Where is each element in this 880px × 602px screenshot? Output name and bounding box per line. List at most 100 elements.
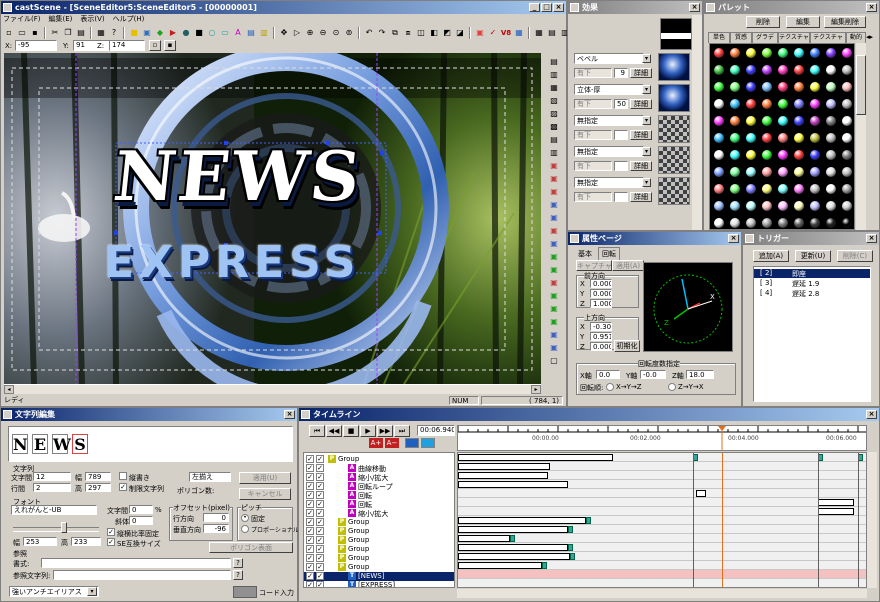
palette-swatch[interactable] bbox=[842, 184, 852, 194]
palette-titlebar[interactable]: パレット × bbox=[704, 1, 879, 14]
side-tool-22-icon[interactable]: ▣ bbox=[548, 328, 560, 340]
effect-value-field[interactable] bbox=[614, 161, 628, 171]
effect-sub-select[interactable]: 有下 bbox=[574, 130, 612, 140]
text-char[interactable]: N bbox=[12, 434, 28, 454]
palette-swatch[interactable] bbox=[778, 184, 788, 194]
palette-swatch[interactable] bbox=[762, 48, 772, 58]
new-file-icon[interactable]: ▫ bbox=[3, 27, 15, 39]
group-icon[interactable]: ▥ bbox=[258, 27, 270, 39]
size-width-field[interactable]: 253 bbox=[23, 537, 57, 546]
palette-swatch[interactable] bbox=[810, 48, 820, 58]
cut-icon[interactable]: ✂ bbox=[49, 27, 61, 39]
track-lock-checkbox[interactable]: ✓ bbox=[316, 563, 324, 571]
palette-swatch[interactable] bbox=[730, 99, 740, 109]
palette-scrollbar[interactable] bbox=[856, 43, 866, 230]
timeline-track-lane[interactable] bbox=[458, 570, 866, 579]
side-tool-18-icon[interactable]: ▣ bbox=[548, 276, 560, 288]
text-icon[interactable]: A bbox=[232, 27, 244, 39]
palette-swatch[interactable] bbox=[778, 48, 788, 58]
zoom-out-icon[interactable]: ⊖ bbox=[317, 27, 329, 39]
keep-ratio-checkbox[interactable]: ✓ bbox=[107, 528, 115, 536]
track-visible-checkbox[interactable]: ✓ bbox=[306, 482, 314, 490]
vertical-checkbox[interactable] bbox=[119, 472, 127, 480]
paste-icon[interactable]: ▤ bbox=[75, 27, 87, 39]
palette-swatch[interactable] bbox=[714, 82, 724, 92]
track-lock-checkbox[interactable]: ✓ bbox=[316, 545, 324, 553]
palette-edit-button[interactable]: 編集 bbox=[786, 16, 820, 28]
palette-swatch[interactable] bbox=[842, 218, 852, 228]
scene-editor-titlebar[interactable]: castScene - [SceneEditor5:SceneEditor5 -… bbox=[1, 1, 566, 14]
track-visible-checkbox[interactable]: ✓ bbox=[306, 545, 314, 553]
effect-value-field[interactable] bbox=[614, 130, 628, 140]
palette-swatch[interactable] bbox=[810, 201, 820, 211]
z-coord-input[interactable]: 174 bbox=[109, 40, 145, 51]
palette-swatch[interactable] bbox=[730, 48, 740, 58]
track-visible-checkbox[interactable]: ✓ bbox=[306, 581, 314, 587]
side-tool-5-icon[interactable]: ▨ bbox=[548, 107, 560, 119]
palette-swatch[interactable] bbox=[842, 99, 852, 109]
palette-swatch[interactable] bbox=[842, 201, 852, 211]
up-y-field[interactable]: 0.951 bbox=[590, 332, 612, 341]
track-duration-bar[interactable] bbox=[458, 463, 550, 470]
palette-swatch[interactable] bbox=[714, 201, 724, 211]
trigger-list[interactable]: [ 2] 即座 [ 3] 遅延 1.9 [ 4] 遅延 2.8 bbox=[753, 266, 871, 402]
palette-swatch[interactable] bbox=[746, 48, 756, 58]
palette-swatch[interactable] bbox=[826, 218, 836, 228]
effect-sub-select[interactable]: 有下 bbox=[574, 68, 612, 78]
timeline-track[interactable]: ✓ ✓ A 縮小/拡大 bbox=[304, 473, 454, 482]
palette-swatch-grid[interactable] bbox=[709, 43, 855, 230]
palette-swatch[interactable] bbox=[826, 99, 836, 109]
palette-swatch[interactable] bbox=[794, 150, 804, 160]
font-select[interactable]: えれがんと-UB bbox=[11, 505, 97, 515]
align-icon[interactable]: ⧈ bbox=[402, 27, 414, 39]
palette-swatch[interactable] bbox=[842, 82, 852, 92]
v8-icon[interactable]: V8 bbox=[500, 27, 512, 39]
palette-swatch[interactable] bbox=[746, 116, 756, 126]
char-gap-field[interactable]: 12 bbox=[33, 472, 71, 481]
palette-swatch[interactable] bbox=[762, 82, 772, 92]
open-file-icon[interactable]: ▭ bbox=[16, 27, 28, 39]
track-lock-checkbox[interactable]: ✓ bbox=[316, 500, 324, 508]
size-height-field[interactable]: 233 bbox=[71, 537, 101, 546]
effect-value-field[interactable]: 9 bbox=[614, 68, 628, 78]
side-tool-1-icon[interactable]: ▤ bbox=[548, 55, 560, 67]
track-lock-checkbox[interactable]: ✓ bbox=[316, 581, 324, 587]
track-visible-checkbox[interactable]: ✓ bbox=[306, 563, 314, 571]
save-icon[interactable]: ▪ bbox=[29, 27, 41, 39]
help-icon[interactable]: ? bbox=[108, 27, 120, 39]
track-visible-checkbox[interactable]: ✓ bbox=[306, 518, 314, 526]
timeline-track[interactable]: ✓ ✓ T [NEWS] bbox=[304, 572, 454, 581]
effect-sub-select[interactable]: 有下 bbox=[574, 192, 612, 202]
rewind-start-icon[interactable]: ⏮ bbox=[309, 425, 325, 437]
copy-object-icon[interactable]: ⧉ bbox=[389, 27, 401, 39]
ref-text-button[interactable]: ? bbox=[233, 570, 243, 580]
palette-swatch[interactable] bbox=[842, 133, 852, 143]
align-select[interactable]: 左揃え bbox=[189, 472, 231, 482]
ellipse-icon[interactable]: ○ bbox=[206, 27, 218, 39]
palette-swatch[interactable] bbox=[842, 116, 852, 126]
move-icon[interactable]: ✥ bbox=[278, 27, 290, 39]
undo-icon[interactable]: ↶ bbox=[363, 27, 375, 39]
timeline-track[interactable]: ✓ ✓ T [EXPRESS] bbox=[304, 581, 454, 587]
palette-swatch[interactable] bbox=[762, 65, 772, 75]
properties-close-button[interactable]: × bbox=[728, 234, 739, 243]
palette-swatch[interactable] bbox=[762, 150, 772, 160]
palette-swatch[interactable] bbox=[762, 133, 772, 143]
stop-icon[interactable]: ■ bbox=[343, 425, 359, 437]
palette-swatch[interactable] bbox=[842, 150, 852, 160]
solid-icon[interactable]: ■ bbox=[193, 27, 205, 39]
format-select[interactable] bbox=[41, 558, 231, 568]
tab-gradient[interactable]: グラデ bbox=[752, 32, 778, 43]
track-lock-checkbox[interactable]: ✓ bbox=[316, 572, 324, 580]
palette-swatch[interactable] bbox=[842, 65, 852, 75]
antialias-select[interactable]: 強いアンチエイリアス bbox=[9, 586, 99, 597]
palette-swatch[interactable] bbox=[826, 116, 836, 126]
track-duration-bar[interactable] bbox=[458, 481, 568, 488]
effect-sub-select[interactable]: 有下 bbox=[574, 99, 612, 109]
fixed-text-checkbox[interactable]: ✓ bbox=[119, 483, 127, 491]
timeline-track-lane[interactable] bbox=[458, 453, 866, 462]
menu-file[interactable]: ファイル(F) bbox=[3, 14, 41, 25]
palette-swatch[interactable] bbox=[730, 184, 740, 194]
frame-icon[interactable]: ▭ bbox=[219, 27, 231, 39]
play-icon[interactable]: ▷ bbox=[291, 27, 303, 39]
